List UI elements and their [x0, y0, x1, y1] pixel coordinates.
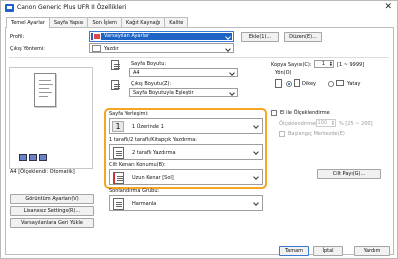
output-size-select[interactable]: Sayfa Boyutuyla Eşleştir	[129, 88, 238, 97]
chevron-down-icon	[253, 200, 259, 206]
print-style-value: 2 taraflı Yazdırma	[132, 150, 176, 156]
profile-value: Varsayılan Ayarlar	[104, 33, 150, 39]
printer-icon	[5, 4, 14, 12]
layout-icon	[39, 154, 47, 161]
tab-quality[interactable]: Kalite	[164, 17, 189, 27]
manual-scaling-label: El ile Ölçeklendirme	[280, 110, 330, 116]
help-button[interactable]: Yardım	[354, 246, 390, 256]
ok-button[interactable]: Tamam	[279, 246, 309, 256]
orientation-label: Yön(O)	[275, 70, 292, 76]
page-size-label: Sayfa Boyutu:	[131, 61, 167, 67]
close-icon[interactable]: ✕	[384, 2, 392, 12]
staple-icon	[29, 154, 37, 161]
copies-value: 1	[321, 61, 325, 67]
print-style-label: 1 taraflı/2 taraflı/Kitapçık Yazdırma:	[109, 137, 197, 143]
tab-basic-settings[interactable]: Temel Ayarlar	[6, 17, 50, 28]
divider	[9, 57, 389, 58]
scaling-input[interactable]: 100 ▲ ▼	[316, 119, 336, 127]
preview-status: A4 [Ölçeklendi: Otomatik]	[10, 169, 75, 175]
binding-select[interactable]: Uzun Kenar [Sol]	[109, 169, 263, 185]
page-size-icon	[111, 60, 120, 70]
copies-label: Kopya Sayısı(C):	[271, 62, 312, 68]
page-size-select[interactable]: A4	[129, 68, 238, 77]
properties-window: Canon Generic Plus UFR II Özellikleri ✕ …	[0, 0, 398, 259]
scaling-value: 100	[317, 120, 327, 126]
cancel-button[interactable]: İptal	[313, 246, 343, 256]
portrait-radio[interactable]	[286, 81, 292, 87]
spinner-icon[interactable]: ▲ ▼	[330, 61, 332, 67]
page-size-value: A4	[133, 70, 140, 76]
chevron-down-icon	[225, 46, 231, 52]
finishing-value: Harmanla	[132, 201, 157, 207]
tab-finishing[interactable]: Son İşlem	[87, 17, 122, 27]
tab-paper-source[interactable]: Kağıt Kaynağı	[120, 17, 166, 27]
chevron-down-icon	[253, 174, 259, 180]
center-page-checkbox[interactable]	[279, 131, 285, 137]
chevron-down-icon	[253, 123, 259, 129]
binding-label: Cilt Kenarı Konumu(B):	[109, 162, 166, 168]
page-layout-label: Sayfa Yerleşimi:	[109, 111, 149, 117]
tab-bar: Temel Ayarlar Sayfa Yapısı Son İşlem Kağ…	[6, 17, 189, 28]
binding-margin-button[interactable]: Cilt Payı(G)...	[317, 169, 381, 179]
output-size-icon	[111, 80, 120, 90]
page-layout-icon: 1	[112, 121, 124, 132]
orientation-preview-icon	[275, 79, 282, 88]
output-size-label: Çıkış Boyutu(Z):	[131, 81, 172, 87]
spinner-icon[interactable]: ▲ ▼	[332, 120, 334, 126]
landscape-icon	[336, 80, 344, 86]
center-page-label: Başlangıç Merkezde(E)	[288, 131, 345, 137]
binding-value: Uzun Kenar [Sol]	[132, 175, 174, 181]
copies-range: [1 ~ 9999]	[337, 62, 365, 68]
restore-defaults-button[interactable]: Varsayılanlara Geri Yükle	[10, 218, 94, 228]
output-method-label: Çıkış Yöntemi:	[10, 46, 45, 52]
window-title: Canon Generic Plus UFR II Özellikleri	[17, 4, 127, 11]
output-method-value: Yazdır	[104, 46, 119, 52]
finishing-select[interactable]: Harmanla	[109, 195, 263, 211]
title-bar: Canon Generic Plus UFR II Özellikleri ✕	[1, 1, 397, 15]
copies-input[interactable]: 1 ▲ ▼	[314, 60, 334, 68]
binding-edge-icon	[113, 172, 124, 184]
tab-page-setup[interactable]: Sayfa Yapısı	[48, 17, 89, 27]
print-icon	[92, 45, 101, 52]
portrait-label: Dikey	[302, 81, 316, 87]
page-layout-value: 1 Üzerinde 1	[132, 124, 164, 130]
portrait-icon	[294, 79, 300, 87]
landscape-label: Yatay	[347, 81, 361, 87]
print-style-select[interactable]: 2 taraflı Yazdırma	[109, 144, 263, 160]
chevron-down-icon	[229, 70, 235, 76]
output-size-value: Sayfa Boyutuyla Eşleştir	[133, 90, 194, 96]
profile-label: Profil:	[10, 34, 25, 40]
profile-add-button[interactable]: Ekle(1)...	[241, 32, 279, 42]
finishing-label: Sonlandırma Grubu:	[109, 188, 160, 194]
view-settings-button[interactable]: Görüntüm Ayarları(V)	[10, 194, 94, 204]
profile-select[interactable]: Varsayılan Ayarlar	[89, 31, 234, 42]
duplex-doc-icon	[113, 147, 124, 159]
license-settings-button[interactable]: Lisanssız Settings(R)...	[10, 206, 94, 216]
profile-edit-button[interactable]: Düzen(E)...	[284, 32, 322, 42]
scaling-range: % [25 ~ 200]	[339, 121, 373, 127]
collate-icon	[113, 198, 124, 210]
page-layout-select[interactable]: 1 1 Üzerinde 1	[109, 118, 263, 134]
profile-icon	[93, 33, 101, 40]
chevron-down-icon	[229, 90, 235, 96]
landscape-radio[interactable]	[328, 81, 334, 87]
manual-scaling-checkbox[interactable]	[271, 110, 277, 116]
duplex-icon	[19, 154, 27, 161]
output-method-select[interactable]: Yazdır	[89, 43, 234, 53]
chevron-down-icon	[253, 149, 259, 155]
page-preview	[9, 67, 93, 169]
page-thumbnail	[34, 73, 56, 107]
